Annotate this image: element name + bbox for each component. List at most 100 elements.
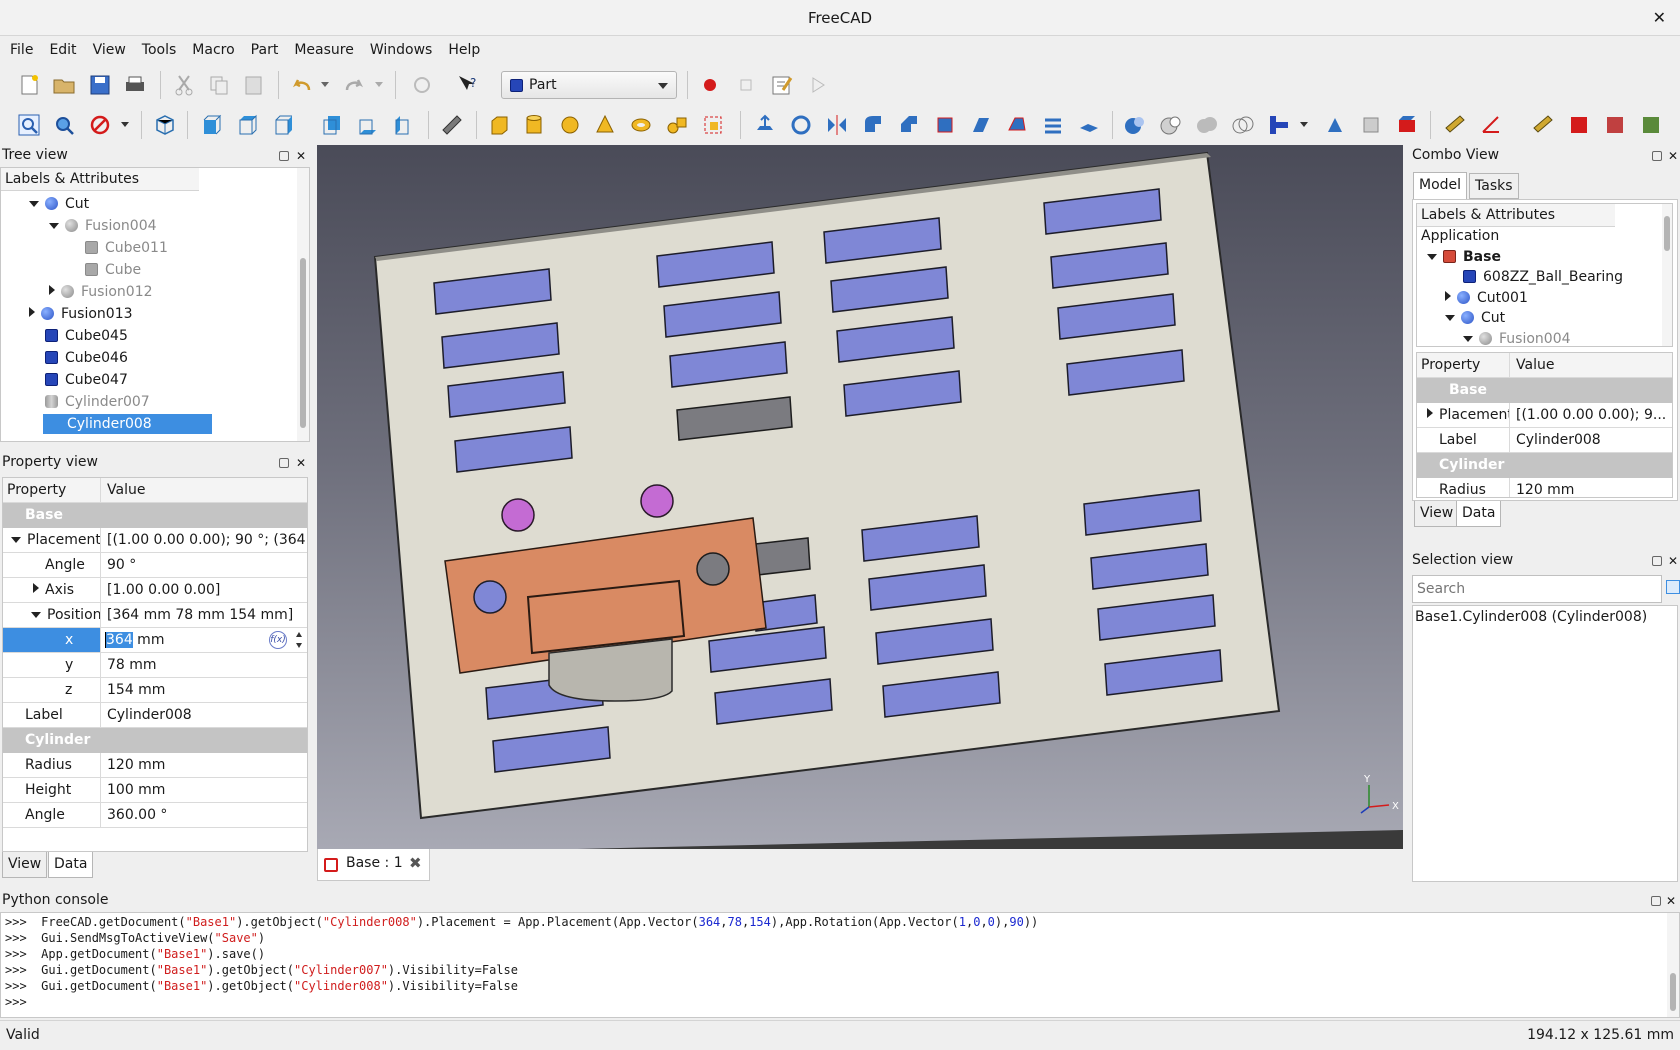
- check-geometry-icon[interactable]: [1322, 112, 1348, 138]
- close-panel-icon[interactable]: ✕: [1668, 554, 1678, 568]
- view-front-icon[interactable]: [199, 112, 225, 138]
- float-panel-icon[interactable]: [279, 458, 289, 468]
- part-primitives-icon[interactable]: [664, 112, 690, 138]
- paste-icon[interactable]: [241, 72, 267, 98]
- view-rear-icon[interactable]: [319, 112, 345, 138]
- measure-toggle-all-icon[interactable]: [1602, 112, 1628, 138]
- stop-macro-icon[interactable]: [733, 72, 759, 98]
- fit-selection-icon[interactable]: [51, 112, 77, 138]
- run-macro-icon[interactable]: [805, 72, 831, 98]
- chevron-right-icon[interactable]: [1427, 408, 1433, 418]
- close-tab-icon[interactable]: ✖: [409, 854, 422, 872]
- chevron-right-icon[interactable]: [33, 583, 39, 593]
- part-mirror-icon[interactable]: [824, 112, 850, 138]
- tree-item[interactable]: Cube046: [1, 347, 128, 369]
- property-x[interactable]: x 364 mm f(x): [3, 628, 307, 653]
- document-tab[interactable]: Base : 1 ✖: [317, 849, 430, 881]
- spin-up-icon[interactable]: [296, 632, 302, 637]
- part-loft-icon[interactable]: [1004, 112, 1030, 138]
- combo-tab-data[interactable]: Data: [1456, 501, 1502, 527]
- menu-part[interactable]: Part: [245, 37, 285, 64]
- float-panel-icon[interactable]: [1652, 151, 1662, 161]
- combo-tree-item[interactable]: Cut001: [1417, 288, 1528, 308]
- join-dropdown-icon[interactable]: [1300, 122, 1308, 127]
- measure-toggle-3d-icon[interactable]: [1638, 112, 1664, 138]
- menu-measure[interactable]: Measure: [288, 37, 360, 64]
- section-icon[interactable]: [1394, 112, 1420, 138]
- chevron-down-icon[interactable]: [1463, 335, 1473, 342]
- part-cone-icon[interactable]: [592, 112, 618, 138]
- menu-windows[interactable]: Windows: [364, 37, 439, 64]
- boolean-union-icon[interactable]: [1194, 112, 1220, 138]
- combo-tree-item[interactable]: Cut: [1417, 308, 1505, 328]
- menu-edit[interactable]: Edit: [43, 37, 82, 64]
- close-panel-icon[interactable]: ✕: [296, 149, 306, 163]
- chevron-down-icon[interactable]: [49, 223, 59, 229]
- close-panel-icon[interactable]: ✕: [296, 456, 306, 470]
- part-ruled-surface-icon[interactable]: [968, 112, 994, 138]
- workbench-selector[interactable]: Part: [501, 71, 677, 99]
- tree-scrollbar[interactable]: [297, 168, 309, 441]
- cut-icon[interactable]: [171, 72, 197, 98]
- view-left-icon[interactable]: [391, 112, 417, 138]
- copy-icon[interactable]: [206, 72, 232, 98]
- tree-item[interactable]: Cylinder007: [1, 391, 150, 413]
- clear-search-icon[interactable]: [1666, 580, 1680, 594]
- part-make-face-icon[interactable]: [932, 112, 958, 138]
- view-bottom-icon[interactable]: [355, 112, 381, 138]
- new-file-icon[interactable]: [16, 72, 42, 98]
- tree-item[interactable]: Fusion004: [1, 215, 157, 237]
- menu-tools[interactable]: Tools: [136, 37, 183, 64]
- property-position[interactable]: Position [364 mm 78 mm 154 mm]: [3, 603, 307, 628]
- draw-style-dropdown-icon[interactable]: [121, 122, 129, 127]
- tree-item[interactable]: Fusion013: [1, 303, 133, 325]
- selection-search-input[interactable]: [1412, 575, 1662, 603]
- tab-view[interactable]: View: [2, 852, 48, 878]
- tree-item[interactable]: Cube045: [1, 325, 128, 347]
- combo-property-label[interactable]: Label Cylinder008: [1417, 428, 1672, 453]
- combo-property-placement[interactable]: Placement [(1.00 0.00 0.00); 9...: [1417, 403, 1672, 428]
- selection-item[interactable]: Base1.Cylinder008 (Cylinder008): [1413, 606, 1677, 628]
- measure-angular-icon[interactable]: [1478, 112, 1504, 138]
- defeaturing-icon[interactable]: [1358, 112, 1384, 138]
- part-revolve-icon[interactable]: [788, 112, 814, 138]
- console-scrollbar[interactable]: [1667, 913, 1679, 1017]
- combo-tab-view[interactable]: View: [1414, 501, 1460, 527]
- tab-model[interactable]: Model: [1413, 172, 1468, 199]
- combo-property-radius[interactable]: Radius 120 mm: [1417, 478, 1672, 497]
- combo-tree-scrollbar[interactable]: [1662, 204, 1672, 346]
- 3d-model[interactable]: Y X: [317, 145, 1403, 849]
- fit-all-icon[interactable]: [16, 112, 42, 138]
- close-panel-icon[interactable]: ✕: [1668, 149, 1678, 163]
- part-torus-icon[interactable]: [628, 112, 654, 138]
- menu-view[interactable]: View: [87, 37, 132, 64]
- part-shape-builder-icon[interactable]: [700, 112, 726, 138]
- chevron-down-icon[interactable]: [11, 537, 21, 543]
- python-console[interactable]: >>> FreeCAD.getDocument("Base1").getObje…: [0, 912, 1680, 1018]
- float-panel-icon[interactable]: [1651, 896, 1661, 906]
- part-fillet-icon[interactable]: [860, 112, 886, 138]
- print-icon[interactable]: [122, 72, 148, 98]
- view-top-icon[interactable]: [235, 112, 261, 138]
- tree-item[interactable]: Cube011: [1, 237, 168, 259]
- tab-data[interactable]: Data: [48, 852, 94, 878]
- tab-tasks[interactable]: Tasks: [1469, 173, 1519, 199]
- boolean-icon[interactable]: [1122, 112, 1148, 138]
- measure-linear-icon[interactable]: [1442, 112, 1468, 138]
- chevron-down-icon[interactable]: [1445, 315, 1455, 321]
- part-extrude-icon[interactable]: [752, 112, 778, 138]
- property-z[interactable]: z 154 mm: [3, 678, 307, 703]
- combo-tree-item[interactable]: Fusion004: [1417, 329, 1571, 346]
- undo-dropdown-icon[interactable]: [321, 82, 329, 87]
- property-axis[interactable]: Axis [1.00 0.00 0.00]: [3, 578, 307, 603]
- open-file-icon[interactable]: [51, 72, 77, 98]
- boolean-common-icon[interactable]: [1230, 112, 1256, 138]
- record-macro-icon[interactable]: [697, 72, 723, 98]
- combo-tree-item[interactable]: 608ZZ_Ball_Bearing: [1417, 267, 1623, 287]
- property-label-row[interactable]: Label Cylinder008: [3, 703, 307, 728]
- menu-help[interactable]: Help: [442, 37, 486, 64]
- chevron-down-icon[interactable]: [1427, 253, 1437, 260]
- combo-tree-item[interactable]: Application: [1417, 226, 1499, 246]
- measure-distance-icon[interactable]: [439, 112, 465, 138]
- refresh-icon[interactable]: [409, 72, 435, 98]
